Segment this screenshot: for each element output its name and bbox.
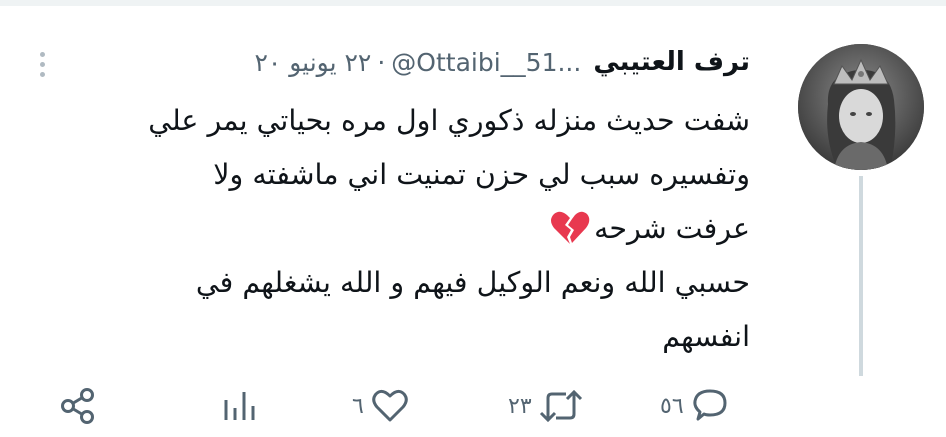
display-name[interactable]: ترف العتيبي (593, 47, 750, 77)
more-options-icon[interactable] (32, 44, 52, 84)
tweet[interactable]: ترف العتيبي @Ottaibi__51... · ٢٢ يونيو ٢… (0, 6, 946, 437)
action-bar: ٦ ٢٣ ٥٦ (0, 376, 946, 436)
tweet-line: عرفت شرحه (594, 212, 750, 245)
avatar-column (798, 44, 924, 170)
tweet-line: حسبي الله ونعم الوكيل فيهم و الله يشغلهم… (195, 266, 750, 299)
retweet-count: ٢٣ (508, 393, 532, 419)
tweet-line: شفت حديث منزله ذكوري اول مره بحياتي يمر … (148, 104, 750, 137)
retweet-icon (538, 386, 584, 426)
separator-dot: · (377, 47, 386, 77)
broken-heart-icon (550, 210, 590, 246)
like-button[interactable]: ٦ (352, 376, 410, 436)
heart-icon (370, 386, 410, 426)
avatar[interactable] (798, 44, 924, 170)
user-handle[interactable]: @Ottaibi__51... (391, 48, 581, 77)
analytics-icon (222, 386, 258, 426)
tweet-date[interactable]: ٢٢ يونيو ٢٠ (254, 48, 371, 77)
tweet-line: انفسهم (662, 320, 750, 353)
tweet-line-with-emoji: عرفت شرحه (50, 202, 750, 256)
like-count: ٦ (352, 393, 364, 419)
share-icon (58, 386, 98, 426)
thread-line (859, 176, 863, 376)
tweet-line: وتفسيره سبب لي حزن تمنيت اني ماشفته ولا (213, 158, 750, 191)
tweet-header: ترف العتيبي @Ottaibi__51... · ٢٢ يونيو ٢… (254, 42, 750, 82)
reply-count: ٥٦ (660, 393, 684, 419)
retweet-button[interactable]: ٢٣ (508, 376, 584, 436)
reply-icon (690, 386, 730, 426)
analytics-button[interactable] (222, 376, 258, 436)
share-button[interactable] (58, 376, 98, 436)
reply-button[interactable]: ٥٦ (660, 376, 730, 436)
tweet-text: شفت حديث منزله ذكوري اول مره بحياتي يمر … (50, 94, 750, 364)
